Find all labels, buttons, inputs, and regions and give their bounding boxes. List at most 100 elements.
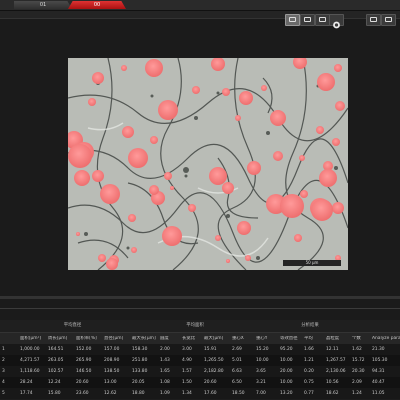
- column-header[interactable]: 圆度: [160, 336, 181, 342]
- table-cell: 2.09: [352, 380, 362, 385]
- table-cell: 6.50: [232, 380, 242, 385]
- table-cell: 18.50: [232, 391, 245, 396]
- table-cell: 40.47: [372, 380, 385, 385]
- table-cell: 2,182.80: [204, 369, 224, 374]
- table-cell: 18.62: [326, 391, 339, 396]
- column-header[interactable]: 重心Y: [256, 336, 279, 342]
- settings-icon[interactable]: [381, 14, 396, 26]
- table-cell: 10.00: [280, 380, 293, 385]
- table-cell: 21.30: [372, 347, 385, 352]
- column-header[interactable]: 长宽比: [182, 336, 203, 342]
- table-cell: 1.50: [182, 380, 192, 385]
- table-cell: 1.65: [160, 369, 170, 374]
- column-header[interactable]: 重心X: [232, 336, 255, 342]
- table-cell: 102.57: [48, 369, 64, 374]
- table-cell: 10.00: [280, 358, 293, 363]
- table-cell: 208.90: [104, 358, 120, 363]
- table-cell: 1.62: [352, 347, 362, 352]
- panel-divider[interactable]: [0, 296, 400, 299]
- table-cell: 263.05: [48, 358, 64, 363]
- table-cell: 1,267.57: [326, 358, 346, 363]
- column-header[interactable]: 个数: [352, 336, 371, 342]
- table-cell: 1.09: [160, 391, 170, 396]
- table-cell: 158.30: [132, 347, 148, 352]
- micrograph-viewer[interactable]: [68, 58, 348, 270]
- table-cell: 3.65: [256, 369, 266, 374]
- table-cell: 4: [2, 380, 5, 385]
- table-cell: 5.01: [232, 358, 242, 363]
- table-cell: 1.57: [182, 369, 192, 374]
- column-header[interactable]: 面积率[%]: [76, 336, 103, 342]
- table-cell: 152.00: [76, 347, 92, 352]
- column-header[interactable]: 最大长[μm]: [132, 336, 159, 342]
- table-cell: 13.20: [280, 391, 293, 396]
- table-cell: 15.72: [352, 358, 365, 363]
- results-table: 平均直径 平均面积 分析结果 面积[μm²] 周长[μm] 面积率[%] 直径[μm]…: [0, 320, 400, 400]
- tab-active[interactable]: 00: [68, 1, 126, 9]
- column-header[interactable]: Analyze parameters: [372, 336, 400, 342]
- table-cell: 1: [2, 347, 5, 352]
- table-cell: 1,000.00: [20, 347, 40, 352]
- table-cell: 138.50: [104, 369, 120, 374]
- table-cell: 12.11: [326, 347, 339, 352]
- dual-view-icon[interactable]: [300, 14, 315, 26]
- group-header: 分析结果: [301, 323, 319, 328]
- table-cell: 2: [2, 358, 5, 363]
- table-cell: 1.24: [352, 391, 362, 396]
- save-image-icon[interactable]: [366, 14, 381, 26]
- table-cell: 1.66: [304, 347, 314, 352]
- group-header: 平均直径: [63, 323, 82, 328]
- column-header[interactable]: 直径[μm]: [104, 336, 131, 342]
- table-cell: 15.20: [256, 347, 269, 352]
- table-cell: 17.60: [204, 391, 217, 396]
- table-cell: 133.80: [132, 369, 148, 374]
- table-cell: 5: [2, 391, 5, 396]
- micrograph-image: [68, 58, 348, 270]
- palette-glyph: [333, 21, 340, 29]
- table-cell: 1.34: [182, 391, 192, 396]
- table-cell: 265.90: [76, 358, 92, 363]
- table-cell: 11.05: [372, 391, 385, 396]
- table-cell: 15.80: [48, 391, 61, 396]
- table-cell: 251.80: [132, 358, 148, 363]
- table-cell: 1.08: [160, 380, 170, 385]
- table-group-header: 平均直径 平均面积 分析结果: [0, 320, 400, 332]
- table-cell: 146.50: [76, 369, 92, 374]
- table-cell: 6.63: [232, 369, 242, 374]
- column-header[interactable]: 最大[μm]: [204, 336, 231, 342]
- table-cell: 12.62: [104, 391, 117, 396]
- table-row[interactable]: 5 17.74 15.80 23.60 12.62 18.80 1.09 1.34 17.60 1…: [0, 388, 400, 400]
- scale-bar: 50 μm: [283, 260, 341, 266]
- column-header[interactable]: 晶粒度: [326, 336, 351, 342]
- table-cell: 7.00: [256, 391, 266, 396]
- column-header[interactable]: 平均: [304, 336, 325, 342]
- column-header[interactable]: [2, 336, 18, 342]
- top-tab-bar: 01 00: [0, 0, 400, 11]
- grid-view-icon[interactable]: [315, 14, 330, 26]
- table-cell: 20.60: [204, 380, 217, 385]
- table-cell: 12.24: [48, 380, 61, 385]
- table-cell: 20.00: [280, 369, 293, 374]
- table-cell: 1,265.50: [204, 358, 224, 363]
- table-cell: 94.31: [372, 369, 385, 374]
- column-header[interactable]: 等效直径: [280, 336, 303, 342]
- table-cell: 105.30: [372, 358, 388, 363]
- table-cell: 15.91: [204, 347, 217, 352]
- table-cell: 157.00: [104, 347, 120, 352]
- table-cell: 3.21: [256, 380, 266, 385]
- table-cell: 20.60: [76, 380, 89, 385]
- table-cell: 13.00: [104, 380, 117, 385]
- table-cell: 2.69: [232, 347, 242, 352]
- single-view-icon[interactable]: [285, 14, 300, 26]
- table-cell: 2,130.06: [326, 369, 346, 374]
- table-cell: 0.77: [304, 391, 314, 396]
- table-cell: 1.43: [160, 358, 170, 363]
- table-cell: 95.20: [280, 347, 293, 352]
- panel-divider-line: [0, 308, 400, 309]
- column-header[interactable]: 周长[μm]: [48, 336, 75, 342]
- table-cell: 164.51: [48, 347, 64, 352]
- tab-inactive[interactable]: 01: [14, 1, 72, 9]
- column-header[interactable]: 面积[μm²]: [20, 336, 47, 342]
- group-header: 平均面积: [186, 323, 204, 328]
- palette-icon[interactable]: [329, 14, 344, 29]
